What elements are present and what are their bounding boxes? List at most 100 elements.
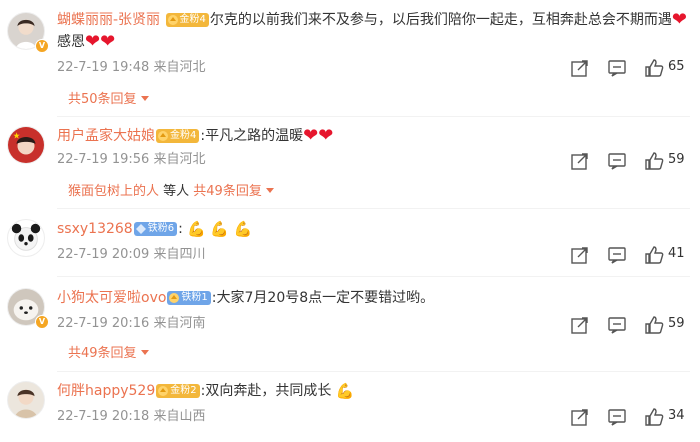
timestamp: 22-7-19 20:18: [57, 409, 150, 424]
like-count: 41: [668, 246, 685, 261]
thumbs-up-icon[interactable]: [644, 407, 664, 427]
share-icon[interactable]: [570, 315, 590, 335]
username[interactable]: 何胖happy529: [57, 383, 155, 399]
like-count: 59: [668, 316, 685, 331]
comment-actions: 59: [570, 315, 695, 335]
fan-badge-label: 金粉2: [170, 385, 197, 396]
divider: [57, 371, 690, 372]
timestamp: 22-7-19 19:48: [57, 60, 150, 75]
divider: [57, 116, 690, 117]
caret-down-icon: [140, 96, 149, 101]
view-replies-link[interactable]: 共50条回复: [68, 91, 149, 109]
comment-meta: 22-7-19 20:16 来自河南: [57, 315, 206, 333]
username[interactable]: 用户孟家大姑娘: [57, 128, 155, 144]
fan-badge-label: 金粉4: [179, 14, 206, 25]
comment-actions: 41: [570, 245, 695, 265]
like-count: 59: [668, 152, 685, 167]
timestamp: 22-7-19 20:09: [57, 247, 150, 262]
comment-body: 用户孟家大姑娘 金粉4 :平凡之路的温暖❤❤: [57, 126, 333, 146]
avatar[interactable]: [7, 381, 45, 419]
svg-text:★: ★: [13, 131, 21, 141]
fan-badge-label: 金粉4: [170, 130, 197, 141]
comment-body: 何胖happy529 金粉2 :双向奔赴，共同成长 💪: [57, 381, 354, 401]
fan-badge[interactable]: 铁粉1: [167, 291, 211, 305]
fan-badge-icon: [158, 386, 169, 396]
verified-v-icon: V: [35, 39, 49, 53]
comment-meta: 22-7-19 19:48 来自河北: [57, 59, 206, 77]
comment-icon[interactable]: [607, 245, 627, 265]
replies-label: 共50条回复: [68, 92, 137, 107]
divider: [57, 208, 690, 209]
location: 来自河北: [153, 60, 206, 75]
username[interactable]: ssxy13268: [57, 221, 133, 237]
view-replies-link[interactable]: 共49条回复: [68, 345, 149, 363]
divider: [57, 276, 690, 277]
comment-icon[interactable]: [607, 58, 627, 78]
location: 来自山西: [153, 409, 206, 424]
fan-badge-icon: [169, 293, 180, 303]
comment-body: ssxy13268 铁粉6 : 💪 💪 💪: [57, 219, 252, 239]
view-replies-link[interactable]: 共49条回复: [193, 184, 274, 199]
comment-icon[interactable]: [607, 407, 627, 427]
heart-emoji: ❤: [671, 9, 687, 30]
comment-meta: 22-7-19 19:56 来自河北: [57, 151, 206, 169]
thumbs-up-icon[interactable]: [644, 245, 664, 265]
fan-badge[interactable]: 铁粉6: [133, 222, 178, 236]
avatar[interactable]: [7, 219, 45, 257]
fan-badge-icon: [158, 131, 168, 141]
verified-v-icon: V: [35, 315, 49, 329]
comment-text: 尔克的以前我们来不及参与，以后我们陪你一起走，互相奔赴总会不期而遇: [209, 12, 672, 28]
comment-body: 小狗太可爱啦ovo 铁粉1 :大家7月20号8点一定不要错过哟。: [57, 288, 434, 308]
username[interactable]: 蝴蝶丽丽-张贤丽: [57, 12, 160, 28]
comment-actions: 59: [570, 151, 695, 171]
thumbs-up-icon[interactable]: [644, 315, 664, 335]
share-icon[interactable]: [570, 245, 590, 265]
avatar[interactable]: ★: [7, 126, 45, 164]
heart-emoji: ❤: [303, 125, 319, 146]
fan-badge[interactable]: 金粉4: [165, 13, 209, 27]
comment-meta: 22-7-19 20:18 来自山西: [57, 408, 206, 426]
caret-down-icon: [140, 350, 149, 355]
comment-icon[interactable]: [607, 315, 627, 335]
comment-body: 蝴蝶丽丽-张贤丽 金粉4 尔克的以前我们来不及参与，以后我们陪你一起走，互相奔赴…: [57, 10, 687, 30]
fan-badge[interactable]: 金粉2: [156, 384, 200, 398]
fan-badge[interactable]: 金粉4: [156, 129, 200, 143]
heart-emoji: ❤: [85, 31, 101, 52]
reply-username[interactable]: 猴面包树上的人: [68, 184, 159, 199]
fan-badge-label: 铁粉1: [181, 292, 208, 303]
thumbs-up-icon[interactable]: [644, 58, 664, 78]
flexed-biceps-emoji: 💪: [233, 220, 253, 238]
comment-icon[interactable]: [607, 151, 627, 171]
comment-text: :: [178, 221, 183, 237]
replies-label: 共49条回复: [193, 184, 262, 199]
comment-text-cont: 感恩: [57, 34, 85, 50]
location: 来自河南: [153, 316, 206, 331]
caret-down-icon: [265, 188, 274, 193]
like-count: 65: [668, 59, 685, 74]
comment-actions: 34: [570, 407, 695, 427]
location: 来自四川: [153, 247, 206, 262]
heart-emoji: ❤: [100, 31, 116, 52]
flexed-biceps-emoji: 💪: [210, 220, 230, 238]
timestamp: 22-7-19 20:16: [57, 316, 150, 331]
comment-text: :平凡之路的温暖: [200, 128, 304, 144]
fan-badge-icon: [167, 15, 178, 25]
heart-emoji: ❤: [318, 125, 334, 146]
fan-badge-icon: [135, 224, 146, 234]
timestamp: 22-7-19 19:56: [57, 152, 150, 167]
muscle-sticker-emoji: 💪: [335, 382, 355, 400]
fan-badge-label: 铁粉6: [147, 223, 175, 234]
comment-text: :双向奔赴，共同成长: [200, 383, 332, 399]
share-icon[interactable]: [570, 58, 590, 78]
thumbs-up-icon[interactable]: [644, 151, 664, 171]
location: 来自河北: [153, 152, 206, 167]
share-icon[interactable]: [570, 151, 590, 171]
replies-label: 共49条回复: [68, 346, 137, 361]
comment-meta: 22-7-19 20:09 来自四川: [57, 246, 206, 264]
flexed-biceps-emoji: 💪: [187, 220, 206, 238]
share-icon[interactable]: [570, 407, 590, 427]
reply-text: 等人: [159, 184, 194, 199]
username[interactable]: 小狗太可爱啦ovo: [57, 290, 166, 306]
reply-preview: 猴面包树上的人 等人 共49条回复: [68, 183, 274, 201]
comment-body-cont: 感恩❤❤: [57, 32, 115, 52]
